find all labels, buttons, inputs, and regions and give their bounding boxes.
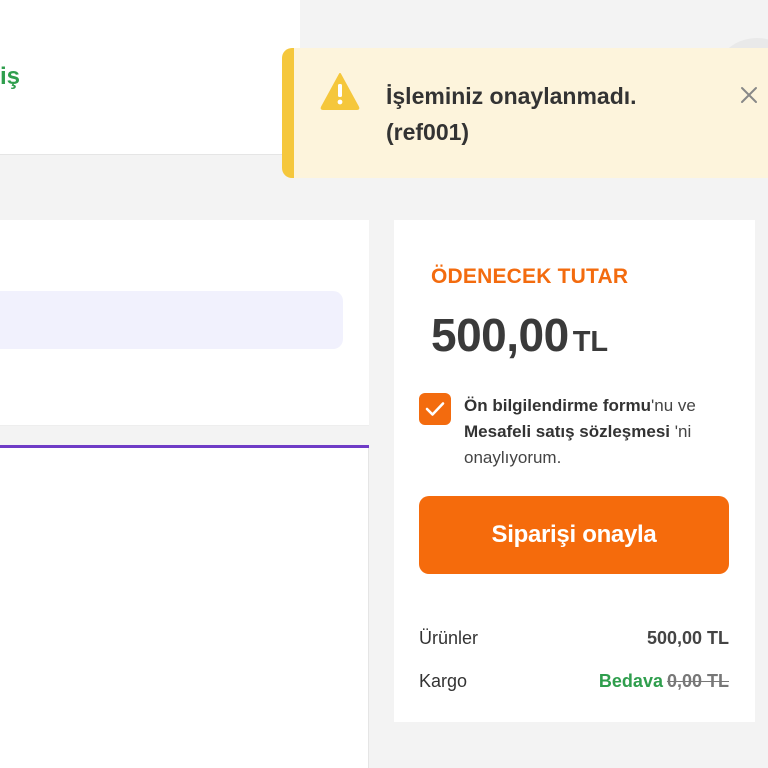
- toast-message: İşleminiz onaylanmadı. (ref001): [386, 83, 637, 145]
- checkout-form-card: [0, 220, 369, 426]
- agreement-checkbox[interactable]: [419, 393, 451, 425]
- amount-value: 500,00: [431, 309, 569, 361]
- payable-amount: 500,00 TL: [431, 308, 608, 362]
- agreement-text: Ön bilgilendirme formu'nu ve Mesafeli sa…: [464, 396, 696, 467]
- header-link[interactable]: iş: [0, 63, 20, 91]
- shipping-label: Kargo: [419, 671, 468, 691]
- header-card: iş: [0, 0, 300, 155]
- close-icon[interactable]: [734, 80, 764, 110]
- warning-icon: [320, 73, 360, 110]
- products-label: Ürünler: [419, 628, 479, 648]
- products-row: Ürünler 500,00 TL: [419, 628, 729, 649]
- products-value: 500,00 TL: [646, 628, 729, 648]
- form-input-field[interactable]: [0, 291, 343, 349]
- lower-form-section: [0, 448, 369, 768]
- confirm-order-button[interactable]: Siparişi onayla: [419, 496, 729, 574]
- order-summary-card: ÖDENECEK TUTAR 500,00 TL Ön bilgilendirme…: [394, 220, 755, 722]
- payable-amount-title: ÖDENECEK TUTAR: [431, 265, 629, 288]
- shipping-old-price: 0,00 TL: [666, 671, 729, 691]
- shipping-value: Bedava 0,00 TL: [599, 671, 729, 692]
- error-toast: İşleminiz onaylanmadı. (ref001): [282, 48, 768, 178]
- shipping-free: Bedava: [598, 671, 663, 691]
- preinfo-form-link[interactable]: Ön bilgilendirme formu: [464, 396, 651, 415]
- distance-contract-link[interactable]: Mesafeli satış sözleşmesi: [464, 422, 670, 441]
- amount-currency: TL: [572, 326, 609, 358]
- checkout-page: iş ÖDENECEK TUTAR 500,00 TL Ön bilgilendi…: [0, 0, 768, 768]
- agreement-consent: Ön bilgilendirme formu'nu ve Mesafeli sa…: [419, 393, 739, 471]
- shipping-row: Kargo Bedava 0,00 TL: [419, 671, 729, 692]
- check-icon: [425, 402, 445, 416]
